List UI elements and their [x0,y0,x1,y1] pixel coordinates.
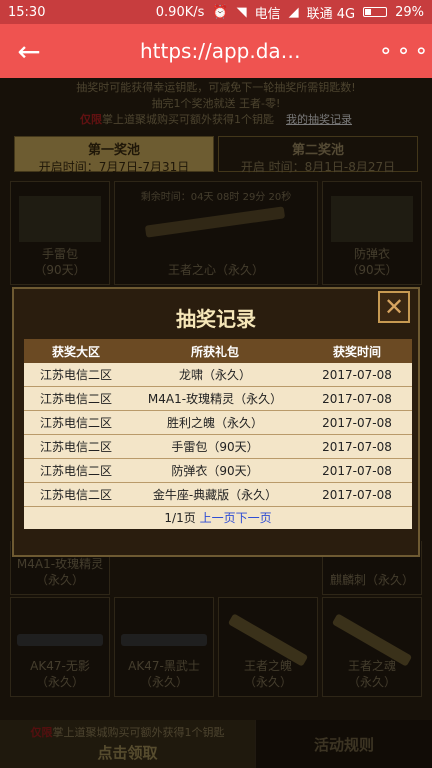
table-row: 江苏电信二区 防弹衣（90天） 2017-07-08 [24,459,412,483]
header-time: 获奖时间 [332,344,381,359]
page-count: 1/1页 [164,511,196,525]
signal-icon: ◢ [288,4,299,20]
close-x-icon[interactable]: ✕ [378,291,410,323]
status-bar: 15:30 0.90K/s ⏰ ◥ 电信 ◢ 联通 4G 29% [0,0,432,24]
battery-level: 29% [395,4,424,20]
table-row: 江苏电信二区 M4A1-玫瑰精灵（永久） 2017-07-08 [24,387,412,411]
more-dots-icon[interactable]: ⚬⚬⚬ [376,39,432,63]
app-bar: ← https://app.da… ⚬⚬⚬ [0,24,432,78]
wifi-icon: ◥ [236,4,247,20]
pagination: 1/1页 上一页下一页 [24,507,412,529]
carrier2: 联通 4G [306,6,356,22]
status-speed: 0.90K/s [155,4,205,20]
carrier1: 电信 [254,6,281,22]
alarm-icon: ⏰ [212,4,229,20]
modal-title: 抽奖记录 [176,307,256,331]
table-row: 江苏电信二区 胜利之魄（永久） 2017-07-08 [24,411,412,435]
table-row: 江苏电信二区 龙啸（永久） 2017-07-08 [24,363,412,387]
status-time: 15:30 [8,4,46,20]
url-title: https://app.da… [140,39,301,63]
header-gift: 所获礼包 [190,344,239,359]
table-row: 江苏电信二区 金牛座-典藏版（永久） 2017-07-08 [24,483,412,507]
lottery-record-modal: 抽奖记录 ✕ 获奖大区 所获礼包 获奖时间 江苏电信二区 龙啸（永久） 2017… [12,287,420,557]
header-region: 获奖大区 [51,344,100,359]
back-arrow-icon[interactable]: ← [0,35,58,68]
next-page-link[interactable]: 下一页 [236,511,272,525]
table-header: 获奖大区 所获礼包 获奖时间 [24,339,412,363]
battery-icon [363,7,388,17]
prev-page-link[interactable]: 上一页 [200,511,236,525]
record-table: 获奖大区 所获礼包 获奖时间 江苏电信二区 龙啸（永久） 2017-07-08 … [24,339,412,529]
table-row: 江苏电信二区 手雷包（90天） 2017-07-08 [24,435,412,459]
